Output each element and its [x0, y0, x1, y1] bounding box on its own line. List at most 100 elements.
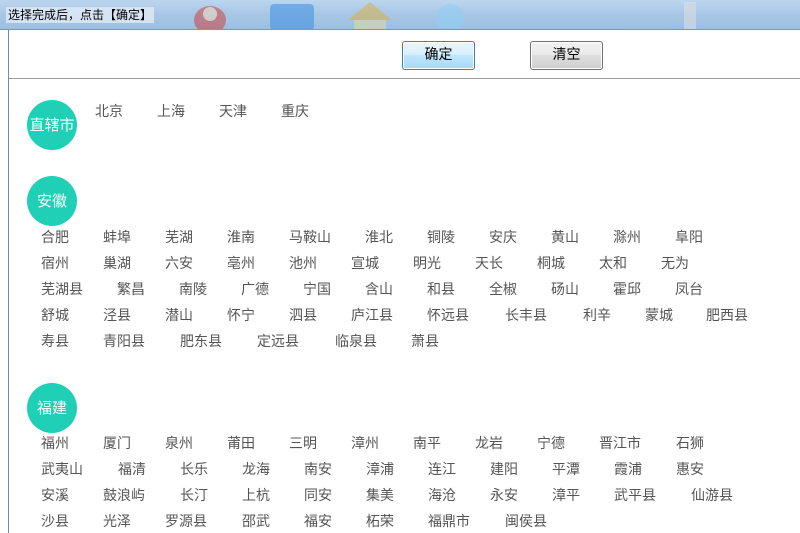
city-item[interactable]: 福州 — [41, 434, 69, 454]
city-item[interactable]: 龙海 — [242, 460, 270, 480]
city-item[interactable]: 长乐 — [180, 460, 208, 480]
city-item[interactable]: 漳浦 — [366, 460, 394, 480]
city-item[interactable]: 潜山 — [165, 306, 193, 326]
city-item[interactable]: 天长 — [475, 254, 503, 274]
city-item[interactable]: 合肥 — [41, 228, 69, 248]
city-item[interactable]: 安溪 — [41, 486, 69, 506]
city-item[interactable]: 长汀 — [180, 486, 208, 506]
city-item[interactable]: 黄山 — [551, 228, 579, 248]
city-item[interactable]: 滁州 — [613, 228, 641, 248]
city-item[interactable]: 太和 — [599, 254, 627, 274]
city-item[interactable]: 南平 — [413, 434, 441, 454]
city-item[interactable]: 平潭 — [552, 460, 580, 480]
city-item[interactable]: 芜湖县 — [41, 280, 83, 300]
city-item[interactable]: 含山 — [365, 280, 393, 300]
city-item[interactable]: 桐城 — [537, 254, 565, 274]
city-item[interactable]: 惠安 — [676, 460, 704, 480]
city-item[interactable]: 淮南 — [227, 228, 255, 248]
city-item[interactable]: 定远县 — [257, 332, 299, 352]
city-item[interactable]: 芜湖 — [165, 228, 193, 248]
city-item[interactable]: 霍邱 — [613, 280, 641, 300]
city-item[interactable]: 铜陵 — [427, 228, 455, 248]
city-item[interactable]: 巢湖 — [103, 254, 131, 274]
city-item[interactable]: 泾县 — [103, 306, 131, 326]
city-item[interactable]: 邵武 — [242, 512, 270, 532]
city-item[interactable]: 阜阳 — [675, 228, 703, 248]
city-item[interactable]: 南陵 — [179, 280, 207, 300]
city-item[interactable]: 永安 — [490, 486, 518, 506]
city-item[interactable]: 繁昌 — [117, 280, 145, 300]
city-item[interactable]: 舒城 — [41, 306, 69, 326]
city-item[interactable]: 青阳县 — [103, 332, 145, 352]
city-item[interactable]: 泉州 — [165, 434, 193, 454]
city-item[interactable]: 亳州 — [227, 254, 255, 274]
city-item[interactable]: 上杭 — [242, 486, 270, 506]
city-item[interactable]: 宿州 — [41, 254, 69, 274]
city-item[interactable]: 萧县 — [411, 332, 439, 352]
city-item[interactable]: 马鞍山 — [289, 228, 331, 248]
city-item[interactable]: 安庆 — [489, 228, 517, 248]
city-item[interactable]: 池州 — [289, 254, 317, 274]
city-item[interactable]: 龙岩 — [475, 434, 503, 454]
city-row: 芜湖县 繁昌 南陵 广德 宁国 含山 和县 全椒 砀山 霍邱 凤台 — [9, 280, 800, 306]
city-item[interactable]: 仙游县 — [691, 486, 733, 506]
city-item[interactable]: 闽侯县 — [505, 512, 547, 532]
city-item[interactable]: 宁国 — [303, 280, 331, 300]
city-item[interactable]: 漳州 — [351, 434, 379, 454]
city-item[interactable]: 福安 — [304, 512, 332, 532]
city-item[interactable]: 晋江市 — [599, 434, 641, 454]
city-item[interactable]: 武夷山 — [41, 460, 83, 480]
city-item[interactable]: 重庆 — [281, 102, 309, 122]
city-item[interactable]: 长丰县 — [505, 306, 547, 326]
city-item[interactable]: 寿县 — [41, 332, 69, 352]
city-item[interactable]: 和县 — [427, 280, 455, 300]
city-item[interactable]: 广德 — [241, 280, 269, 300]
city-item[interactable]: 柘荣 — [366, 512, 394, 532]
city-item[interactable]: 蒙城 — [645, 306, 673, 326]
city-item[interactable]: 漳平 — [552, 486, 580, 506]
city-item[interactable]: 肥东县 — [180, 332, 222, 352]
city-item[interactable]: 砀山 — [551, 280, 579, 300]
city-item[interactable]: 泗县 — [289, 306, 317, 326]
city-item[interactable]: 明光 — [413, 254, 441, 274]
city-list-panel[interactable]: 直辖市 北京 上海 天津 重庆 安徽 合肥 蚌埠 芜湖 淮南 马鞍山 淮北 铜陵… — [9, 80, 800, 533]
city-item[interactable]: 连江 — [428, 460, 456, 480]
city-item[interactable]: 天津 — [219, 102, 247, 122]
city-item[interactable]: 肥西县 — [706, 306, 748, 326]
city-item[interactable]: 北京 — [95, 102, 123, 122]
city-item[interactable]: 南安 — [304, 460, 332, 480]
city-item[interactable]: 蚌埠 — [103, 228, 131, 248]
city-item[interactable]: 光泽 — [103, 512, 131, 532]
city-item[interactable]: 怀远县 — [427, 306, 469, 326]
city-item[interactable]: 武平县 — [614, 486, 656, 506]
city-item[interactable]: 石狮 — [676, 434, 704, 454]
city-item[interactable]: 集美 — [366, 486, 394, 506]
city-item[interactable]: 海沧 — [428, 486, 456, 506]
city-item[interactable]: 沙县 — [41, 512, 69, 532]
city-item[interactable]: 利辛 — [583, 306, 611, 326]
city-item[interactable]: 建阳 — [490, 460, 518, 480]
city-item[interactable]: 同安 — [304, 486, 332, 506]
city-item[interactable]: 凤台 — [675, 280, 703, 300]
city-item[interactable]: 淮北 — [365, 228, 393, 248]
city-item[interactable]: 福清 — [118, 460, 146, 480]
city-item[interactable]: 厦门 — [103, 434, 131, 454]
city-item[interactable]: 宁德 — [537, 434, 565, 454]
city-item[interactable]: 罗源县 — [165, 512, 207, 532]
city-item[interactable]: 莆田 — [227, 434, 255, 454]
city-item[interactable]: 无为 — [661, 254, 689, 274]
window-titlebar[interactable]: 选择完成后，点击【确定】 — [0, 0, 800, 30]
city-item[interactable]: 六安 — [165, 254, 193, 274]
city-item[interactable]: 福鼎市 — [428, 512, 470, 532]
city-item[interactable]: 宣城 — [351, 254, 379, 274]
city-item[interactable]: 临泉县 — [335, 332, 377, 352]
city-item[interactable]: 庐江县 — [351, 306, 393, 326]
city-item[interactable]: 上海 — [157, 102, 185, 122]
city-item[interactable]: 霞浦 — [614, 460, 642, 480]
clear-button[interactable]: 清空 — [530, 41, 603, 70]
city-item[interactable]: 鼓浪屿 — [103, 486, 145, 506]
city-item[interactable]: 全椒 — [489, 280, 517, 300]
confirm-button[interactable]: 确定 — [402, 41, 475, 70]
city-item[interactable]: 三明 — [289, 434, 317, 454]
city-item[interactable]: 怀宁 — [227, 306, 255, 326]
